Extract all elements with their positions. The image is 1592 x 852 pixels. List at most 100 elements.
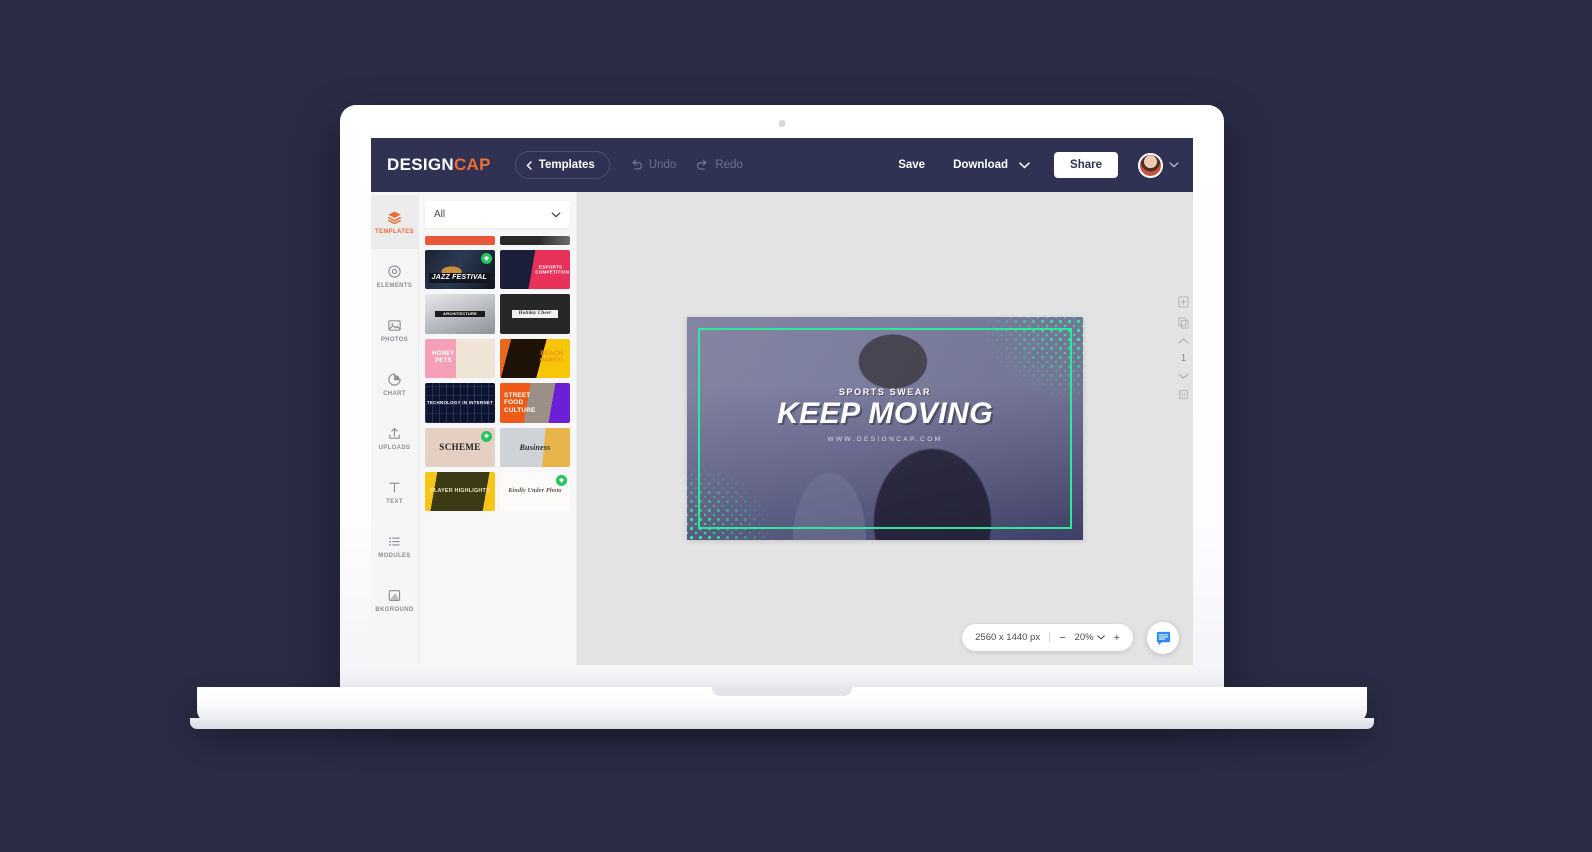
app-header: DESIGNCAP Templates Undo Redo Save Downl… bbox=[371, 138, 1193, 192]
canvas-artboard[interactable]: SPORTS SWEAR KEEP MOVING WWW.DESIGNCAP.C… bbox=[687, 317, 1083, 540]
chevron-down-icon bbox=[1169, 162, 1179, 168]
chevron-up-icon bbox=[1178, 338, 1189, 344]
template-thumbnail-esports-competition[interactable]: ESPORTS COMPETITION bbox=[500, 250, 570, 290]
page-tools: 1 bbox=[1178, 296, 1189, 400]
template-thumbnail-label: STREET FOOD CULTURE bbox=[504, 391, 536, 414]
template-thumbnail-label: BEACH PARTY! bbox=[540, 351, 564, 365]
chat-icon bbox=[1156, 631, 1170, 645]
gear-icon bbox=[388, 264, 401, 278]
template-thumbnail-honey-pets[interactable]: HONEY PETS bbox=[425, 338, 495, 379]
zoom-out-button[interactable]: − bbox=[1059, 632, 1065, 644]
template-thumbnail-label: HONEY PETS bbox=[432, 351, 455, 365]
template-thumbnail-business[interactable]: Business bbox=[500, 427, 570, 467]
zoom-toolbar: 2560 x 1440 px − 20% + bbox=[962, 624, 1133, 651]
undo-button[interactable]: Undo bbox=[630, 159, 677, 171]
chevron-down-icon bbox=[551, 211, 561, 217]
template-thumbnail-orange-banner[interactable] bbox=[425, 236, 495, 245]
premium-badge-icon bbox=[481, 430, 492, 442]
template-thumbnail-label: PLAYER HIGHLIGHTS bbox=[430, 488, 490, 495]
sidebar-label-templates: TEMPLATES bbox=[374, 228, 415, 235]
redo-icon bbox=[697, 159, 707, 170]
category-filter-select[interactable]: All bbox=[425, 201, 570, 228]
zoom-level-value: 20% bbox=[1074, 632, 1094, 643]
page-number-indicator: 1 bbox=[1180, 353, 1187, 364]
account-menu[interactable] bbox=[1138, 152, 1179, 178]
sidebar-label-uploads: UPLOADS bbox=[378, 444, 411, 451]
share-button[interactable]: Share bbox=[1054, 152, 1118, 178]
zoom-in-button[interactable]: + bbox=[1114, 632, 1120, 644]
template-thumbnail-scheme[interactable]: SCHEME bbox=[425, 427, 495, 467]
template-thumbnail-beach-party[interactable]: BEACH PARTY! bbox=[500, 338, 570, 379]
template-thumbnail-street-food-culture[interactable]: STREET FOOD CULTURE bbox=[500, 383, 570, 423]
template-thumbnail-label: TECHNOLOGY IN INTERNET bbox=[426, 400, 494, 406]
templates-back-label: Templates bbox=[538, 159, 595, 171]
upload-icon bbox=[389, 427, 400, 439]
canvas-workspace[interactable]: SPORTS SWEAR KEEP MOVING WWW.DESIGNCAP.C… bbox=[577, 192, 1193, 665]
canvas-eyebrow-text[interactable]: SPORTS SWEAR bbox=[687, 387, 1083, 397]
canvas-url-text[interactable]: WWW.DESIGNCAP.COM bbox=[687, 436, 1083, 443]
list-icon bbox=[389, 536, 400, 546]
template-thumbnail-holiday-cheer[interactable]: Holiday Cheer bbox=[500, 294, 570, 334]
sidebar-label-modules: MODULES bbox=[378, 552, 411, 559]
sidebar-item-chart[interactable]: CHART bbox=[371, 357, 418, 411]
zoom-level-select[interactable]: 20% bbox=[1075, 632, 1105, 643]
previous-page-button[interactable] bbox=[1178, 338, 1189, 344]
sidebar-label-photos: PHOTOS bbox=[380, 336, 409, 343]
canvas-headline-text[interactable]: KEEP MOVING bbox=[687, 399, 1083, 429]
designcap-app-screen: DESIGNCAP Templates Undo Redo Save Downl… bbox=[371, 138, 1193, 665]
sidebar-rail: TEMPLATES ELEMENTS PHOTOS CHART UPLOADS … bbox=[371, 192, 419, 665]
templates-panel: All JAZZ FESTIVAL ESPORTS COMPETITION ARCH… bbox=[419, 192, 577, 665]
download-button[interactable]: Download bbox=[941, 152, 1042, 178]
sidebar-item-uploads[interactable]: UPLOADS bbox=[371, 411, 418, 465]
sidebar-item-photos[interactable]: PHOTOS bbox=[371, 303, 418, 357]
brand-name-second: CAP bbox=[453, 155, 491, 174]
chevron-left-icon bbox=[526, 160, 532, 170]
delete-page-button[interactable] bbox=[1178, 388, 1189, 400]
template-thumbnail-label: ESPORTS COMPETITION bbox=[535, 264, 570, 275]
redo-button[interactable]: Redo bbox=[696, 159, 743, 171]
template-thumbnail-label: Holiday Cheer bbox=[511, 310, 559, 318]
chevron-down-icon bbox=[1096, 635, 1105, 640]
templates-back-button[interactable]: Templates bbox=[514, 151, 610, 179]
next-page-button[interactable] bbox=[1178, 373, 1189, 379]
undo-label: Undo bbox=[648, 159, 677, 171]
add-page-button[interactable] bbox=[1178, 296, 1189, 308]
template-thumbnail-architecture[interactable]: ARCHITECTURE bbox=[425, 294, 495, 334]
canvas-text-block: SPORTS SWEAR KEEP MOVING WWW.DESIGNCAP.C… bbox=[687, 387, 1083, 443]
avatar bbox=[1138, 152, 1163, 178]
template-grid: JAZZ FESTIVAL ESPORTS COMPETITION ARCHITEC… bbox=[425, 236, 570, 665]
template-thumbnail-label: Business bbox=[519, 442, 551, 452]
add-page-icon bbox=[1178, 296, 1189, 308]
template-thumbnail-label: JAZZ FESTIVAL bbox=[428, 273, 490, 284]
duplicate-page-button[interactable] bbox=[1178, 317, 1189, 329]
sidebar-label-bkground: BKGROUND bbox=[375, 606, 414, 613]
toolbar-divider bbox=[1049, 632, 1051, 643]
sidebar-item-templates[interactable]: TEMPLATES bbox=[371, 195, 418, 249]
sidebar-label-elements: ELEMENTS bbox=[376, 282, 413, 289]
laptop-foot bbox=[190, 718, 1374, 729]
template-thumbnail-player-highlights[interactable]: PLAYER HIGHLIGHTS bbox=[425, 471, 495, 512]
sidebar-item-modules[interactable]: MODULES bbox=[371, 519, 418, 573]
premium-badge-icon bbox=[481, 253, 492, 264]
category-filter-value: All bbox=[434, 209, 446, 220]
feedback-button[interactable] bbox=[1147, 622, 1179, 654]
sidebar-item-bkground[interactable]: BKGROUND bbox=[371, 573, 418, 627]
designcap-logo[interactable]: DESIGNCAP bbox=[387, 155, 491, 175]
canvas-dimensions-label: 2560 x 1440 px bbox=[975, 632, 1041, 643]
sidebar-item-elements[interactable]: ELEMENTS bbox=[371, 249, 418, 303]
template-thumbnail-dark-banner[interactable] bbox=[500, 236, 570, 245]
template-thumbnail-floral-wedding[interactable]: Kindly Under Photo bbox=[500, 471, 570, 512]
template-thumbnail-jazz-festival[interactable]: JAZZ FESTIVAL bbox=[425, 250, 495, 290]
premium-badge-icon bbox=[556, 474, 567, 486]
save-button[interactable]: Save bbox=[884, 152, 939, 178]
download-label: Download bbox=[953, 159, 1009, 171]
template-thumbnail-label: Kindly Under Photo bbox=[508, 488, 562, 495]
app-body: TEMPLATES ELEMENTS PHOTOS CHART UPLOADS … bbox=[371, 192, 1193, 665]
sidebar-label-text: TEXT bbox=[386, 498, 403, 505]
chevron-down-icon bbox=[1178, 373, 1189, 379]
undo-icon bbox=[632, 159, 642, 170]
pie-chart-icon bbox=[388, 372, 401, 386]
template-thumbnail-technology-internet[interactable]: TECHNOLOGY IN INTERNET bbox=[425, 383, 495, 423]
template-thumbnail-label: ARCHITECTURE bbox=[435, 310, 485, 318]
sidebar-item-text[interactable]: TEXT bbox=[371, 465, 418, 519]
